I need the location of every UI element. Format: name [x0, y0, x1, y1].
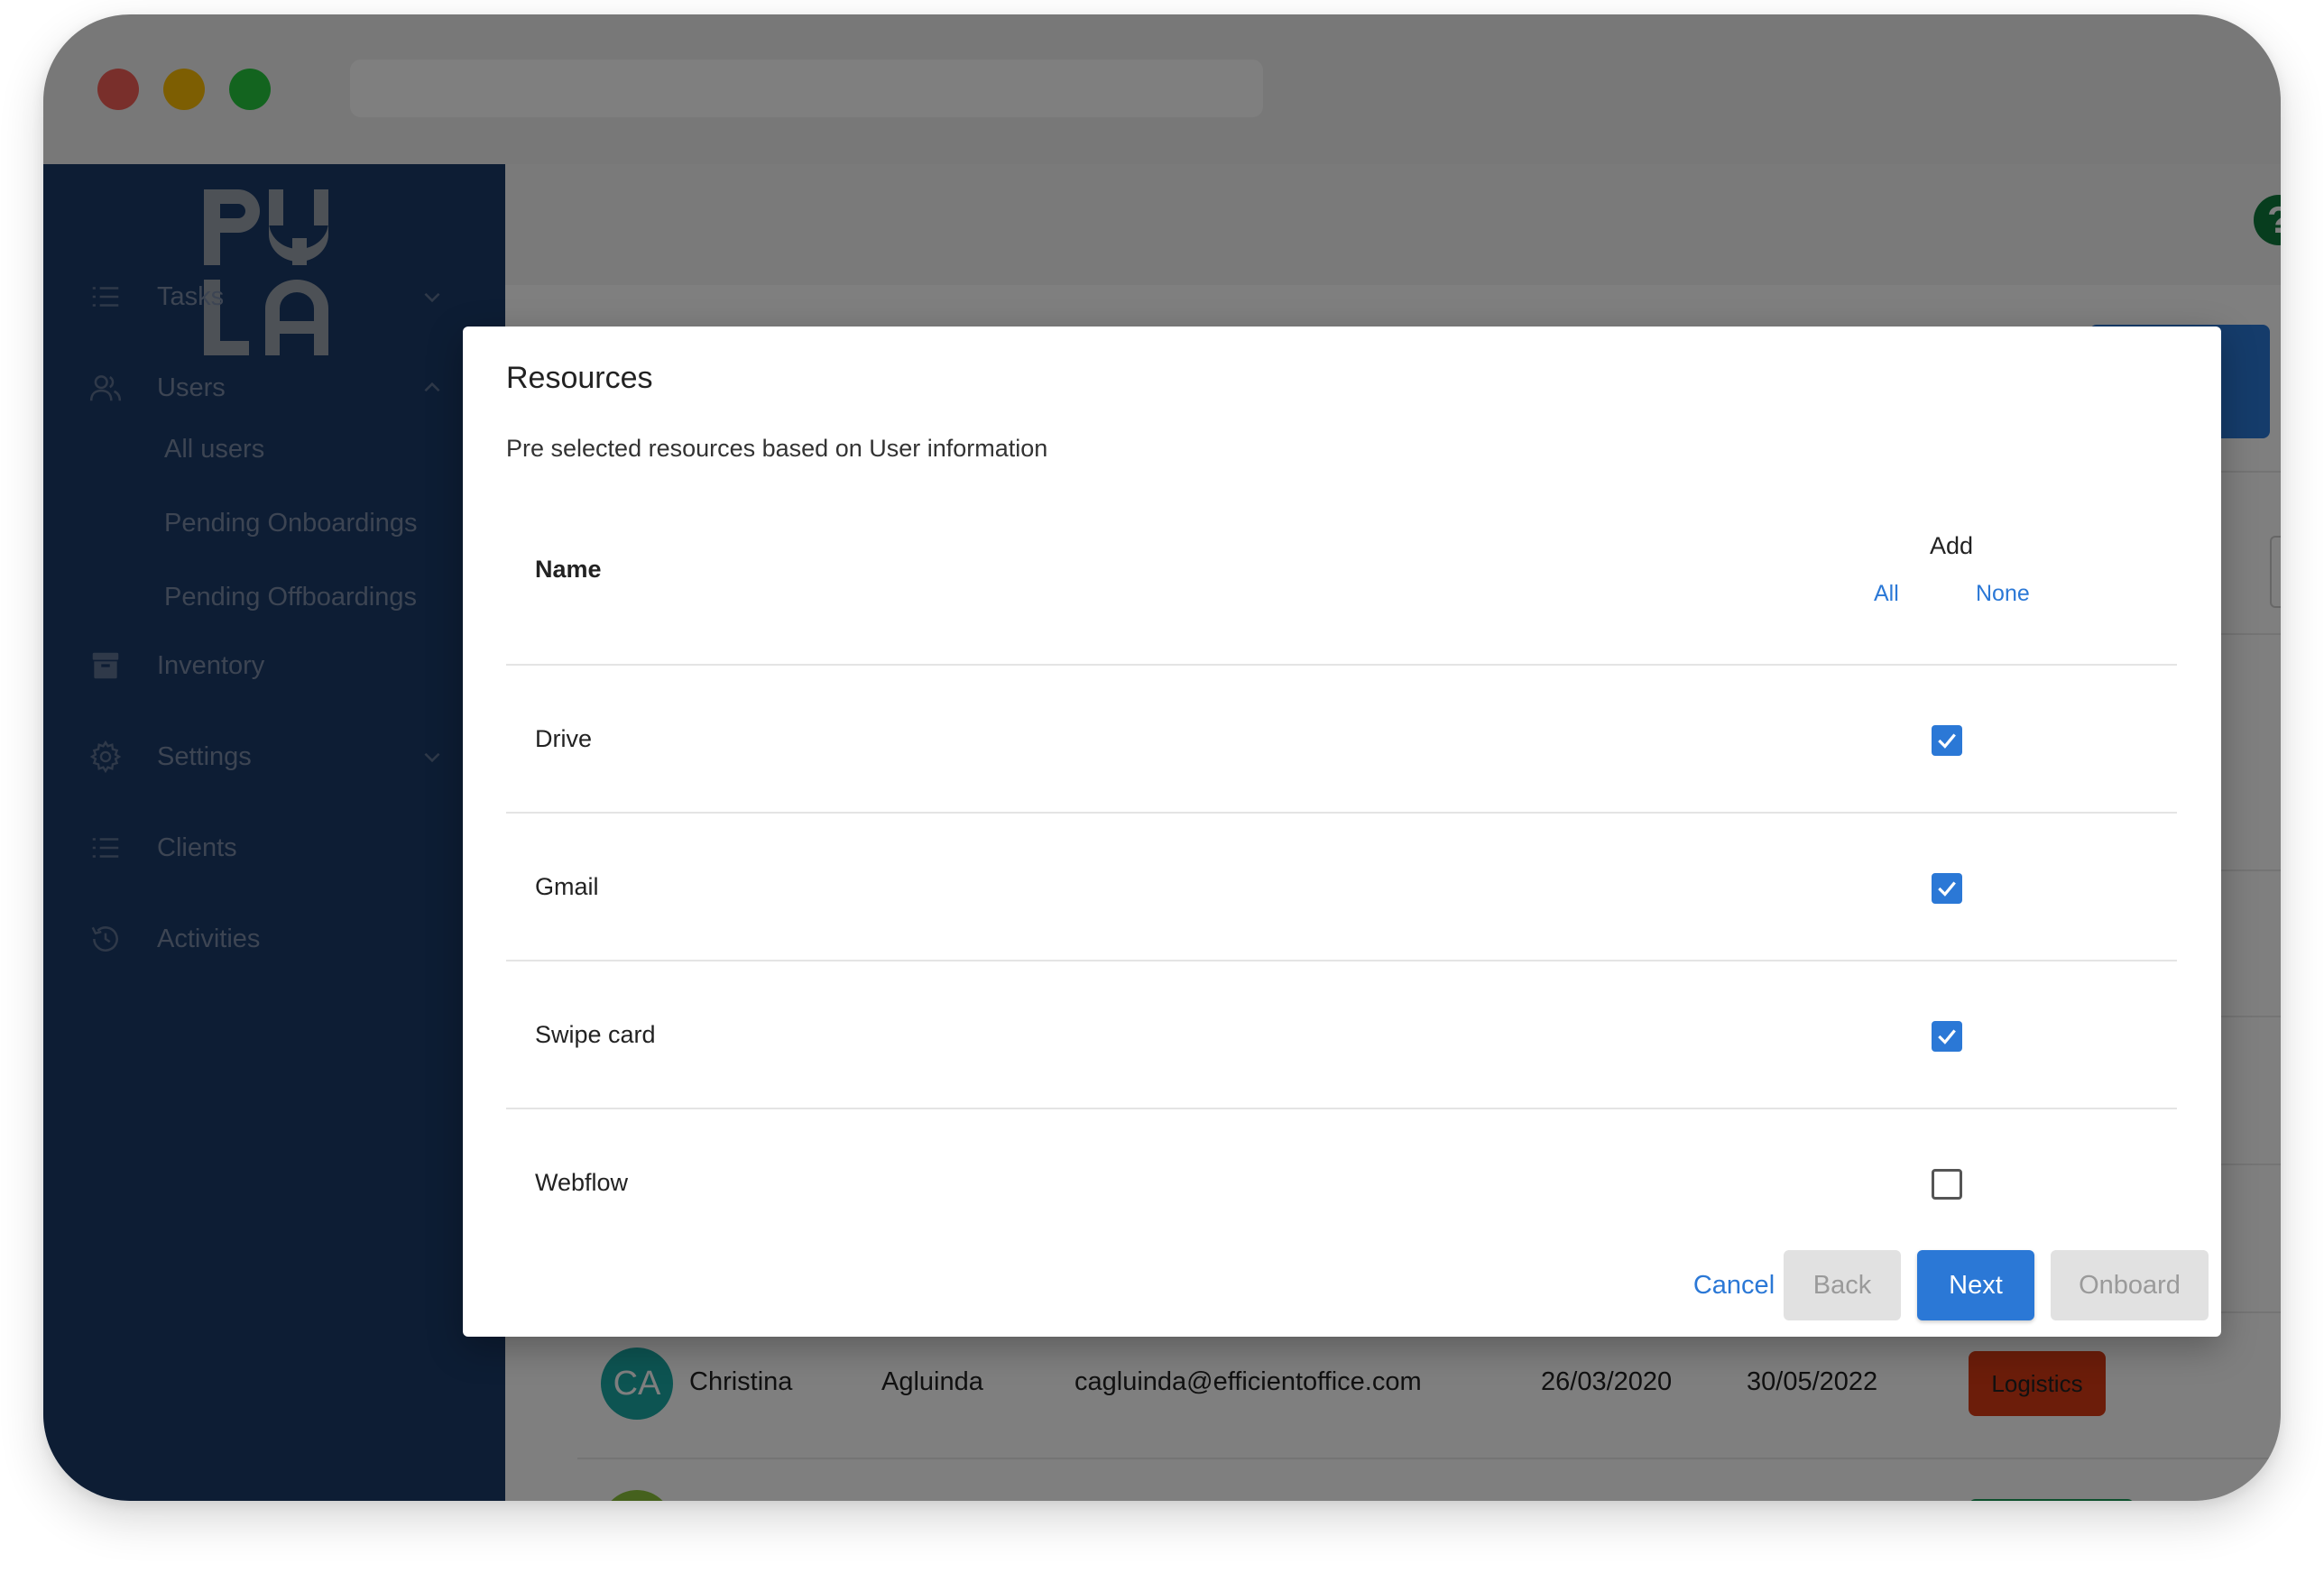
select-all-link[interactable]: All: [1874, 581, 1899, 607]
back-button[interactable]: Back: [1784, 1250, 1901, 1320]
add-column-header: Add: [1929, 532, 1974, 559]
divider: [506, 960, 2177, 961]
checkmark-icon: [1938, 1029, 1956, 1044]
dialog-subtitle: Pre selected resources based on User inf…: [506, 435, 1048, 462]
resource-name: Drive: [535, 725, 593, 752]
next-button[interactable]: Next: [1917, 1250, 2034, 1320]
resource-name: Swipe card: [535, 1021, 656, 1048]
browser-window: Tasks Users All users Pending Onboarding…: [43, 14, 2281, 1501]
name-column-header: Name: [535, 556, 602, 583]
resources-dialog: Resources Pre selected resources based o…: [463, 327, 2221, 1337]
resource-checkbox-drive[interactable]: [1932, 725, 1962, 756]
checkmark-icon: [1938, 733, 1956, 749]
resource-name: Gmail: [535, 873, 599, 900]
dialog-title: Resources: [506, 361, 653, 395]
resource-checkbox-webflow[interactable]: [1932, 1169, 1962, 1200]
divider: [506, 664, 2177, 666]
divider: [506, 812, 2177, 814]
cancel-button[interactable]: Cancel: [1666, 1250, 1802, 1320]
resource-checkbox-swipe-card[interactable]: [1932, 1021, 1962, 1052]
onboard-button[interactable]: Onboard: [2051, 1250, 2209, 1320]
select-none-link[interactable]: None: [1976, 581, 2030, 607]
checkmark-icon: [1938, 881, 1956, 897]
resource-checkbox-gmail[interactable]: [1932, 873, 1962, 904]
divider: [506, 1108, 2177, 1109]
resource-name: Webflow: [535, 1169, 629, 1196]
